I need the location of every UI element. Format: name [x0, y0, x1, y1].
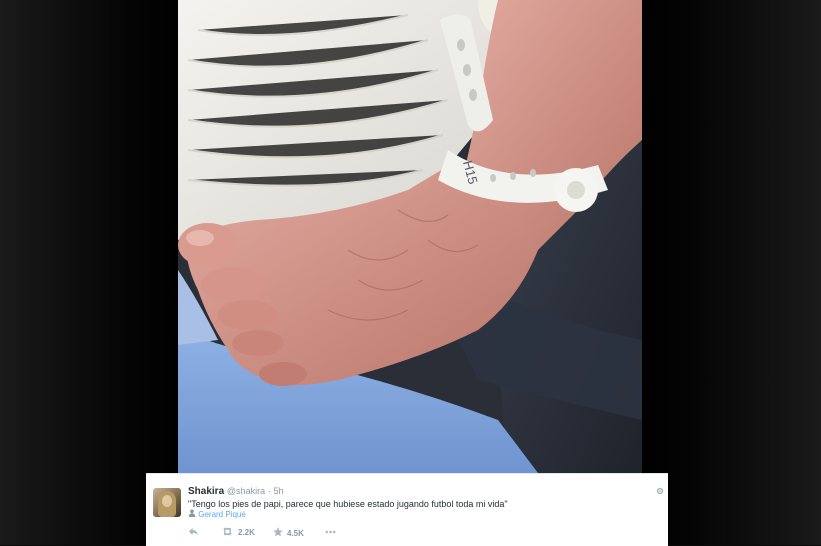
tweet-time[interactable]: 5h [274, 486, 284, 496]
favorite-count: 4.5K [287, 528, 304, 538]
tweet-photo[interactable]: H15 [178, 0, 642, 473]
author-name[interactable]: Shakira [188, 486, 224, 497]
avatar[interactable] [153, 488, 181, 517]
person-icon [188, 509, 198, 519]
tweet-card[interactable]: Shakira @shakira · 5h "Tengo los pies de… [146, 473, 668, 546]
retweet-count: 2.2K [238, 528, 255, 537]
more-icon [325, 527, 336, 536]
retweet-icon [221, 527, 234, 538]
more-button[interactable] [325, 527, 336, 536]
author-handle[interactable]: @shakira [227, 486, 265, 496]
reply-icon [188, 527, 199, 538]
gear-icon[interactable] [656, 487, 664, 497]
separator: · [267, 486, 271, 496]
retweet-button[interactable]: 2.2K [221, 527, 255, 538]
baby-foot-image: H15 [178, 0, 642, 473]
favorite-button[interactable]: 4.5K [273, 527, 304, 539]
tweet-header: Shakira @shakira · 5h [188, 485, 284, 498]
backdrop-left [0, 0, 178, 545]
mention-name[interactable]: Gerard Piqué [198, 510, 246, 519]
tagged-user[interactable]: Gerard Piqué [188, 509, 246, 520]
reply-button[interactable] [188, 527, 199, 538]
backdrop-right [642, 0, 821, 545]
star-icon [273, 527, 283, 539]
